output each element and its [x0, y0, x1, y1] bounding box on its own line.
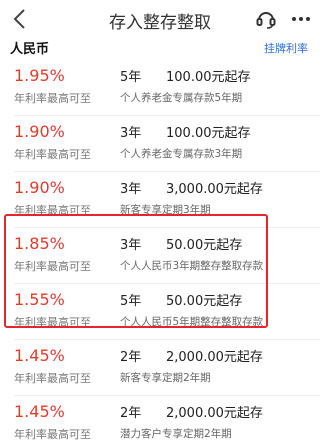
rate-value: 1.55% — [14, 290, 65, 309]
rate-label: 年利率最高可至 — [14, 92, 91, 105]
product-description: 个人养老金专属存款5年期 — [120, 92, 243, 104]
rate-label: 年利率最高可至 — [14, 148, 91, 161]
currency-section-header: 人民币 挂牌利率 — [0, 38, 320, 60]
product-description: 潜力客户专享定期2年期 — [120, 428, 232, 440]
listed-rate-link[interactable]: 挂牌利率 — [264, 40, 308, 56]
min-amount: 50.00元起存 — [166, 238, 243, 253]
product-description: 新客专享定期2年期 — [120, 372, 211, 384]
product-row[interactable]: 1.90% 年利率最高可至 3年 3,000.00元起存 新客专享定期3年期 — [0, 172, 320, 228]
min-amount: 100.00元起存 — [166, 126, 251, 141]
product-description: 个人养老金专属存款3年期 — [120, 148, 243, 160]
product-description: 个人人民币5年期整存整取存款 — [120, 316, 264, 328]
rate-value: 1.90% — [14, 178, 65, 197]
rate-value: 1.90% — [14, 122, 65, 141]
min-amount: 100.00元起存 — [166, 70, 251, 85]
term-value: 5年 — [120, 70, 142, 85]
product-row[interactable]: 1.55% 年利率最高可至 5年 50.00元起存 个人人民币5年期整存整取存款 — [0, 284, 320, 340]
rate-value: 1.85% — [14, 234, 65, 253]
section-title: 人民币 — [10, 42, 50, 57]
header-bar: 存入整存整取 — [0, 0, 320, 38]
product-row[interactable]: 1.45% 年利率最高可至 2年 2,000.00元起存 新客专享定期2年期 — [0, 340, 320, 396]
product-row[interactable]: 1.95% 年利率最高可至 5年 100.00元起存 个人养老金专属存款5年期 — [0, 60, 320, 116]
more-dots-icon[interactable] — [289, 8, 313, 30]
rate-value: 1.95% — [14, 66, 65, 85]
term-value: 2年 — [120, 350, 142, 365]
term-value: 3年 — [120, 238, 142, 253]
rate-label: 年利率最高可至 — [14, 428, 91, 441]
product-description: 新客专享定期3年期 — [120, 204, 211, 216]
min-amount: 50.00元起存 — [166, 294, 243, 309]
min-amount: 2,000.00元起存 — [166, 350, 263, 365]
rate-label: 年利率最高可至 — [14, 316, 91, 329]
rate-label: 年利率最高可至 — [14, 204, 91, 217]
min-amount: 3,000.00元起存 — [166, 182, 263, 197]
product-row[interactable]: 1.90% 年利率最高可至 3年 100.00元起存 个人养老金专属存款3年期 — [0, 116, 320, 172]
rate-value: 1.45% — [14, 402, 65, 421]
product-row[interactable]: 1.85% 年利率最高可至 3年 50.00元起存 个人人民币3年期整存整取存款 — [0, 228, 320, 284]
term-value: 3年 — [120, 126, 142, 141]
term-value: 3年 — [120, 182, 142, 197]
rate-label: 年利率最高可至 — [14, 372, 91, 385]
rate-value: 1.45% — [14, 346, 65, 365]
min-amount: 2,000.00元起存 — [166, 406, 263, 421]
product-description: 个人人民币3年期整存整取存款 — [120, 260, 264, 272]
term-value: 5年 — [120, 294, 142, 309]
product-row[interactable]: 1.45% 年利率最高可至 2年 2,000.00元起存 潜力客户专享定期2年期 — [0, 396, 320, 445]
headset-icon[interactable] — [255, 8, 277, 30]
rate-label: 年利率最高可至 — [14, 260, 91, 273]
term-value: 2年 — [120, 406, 142, 421]
